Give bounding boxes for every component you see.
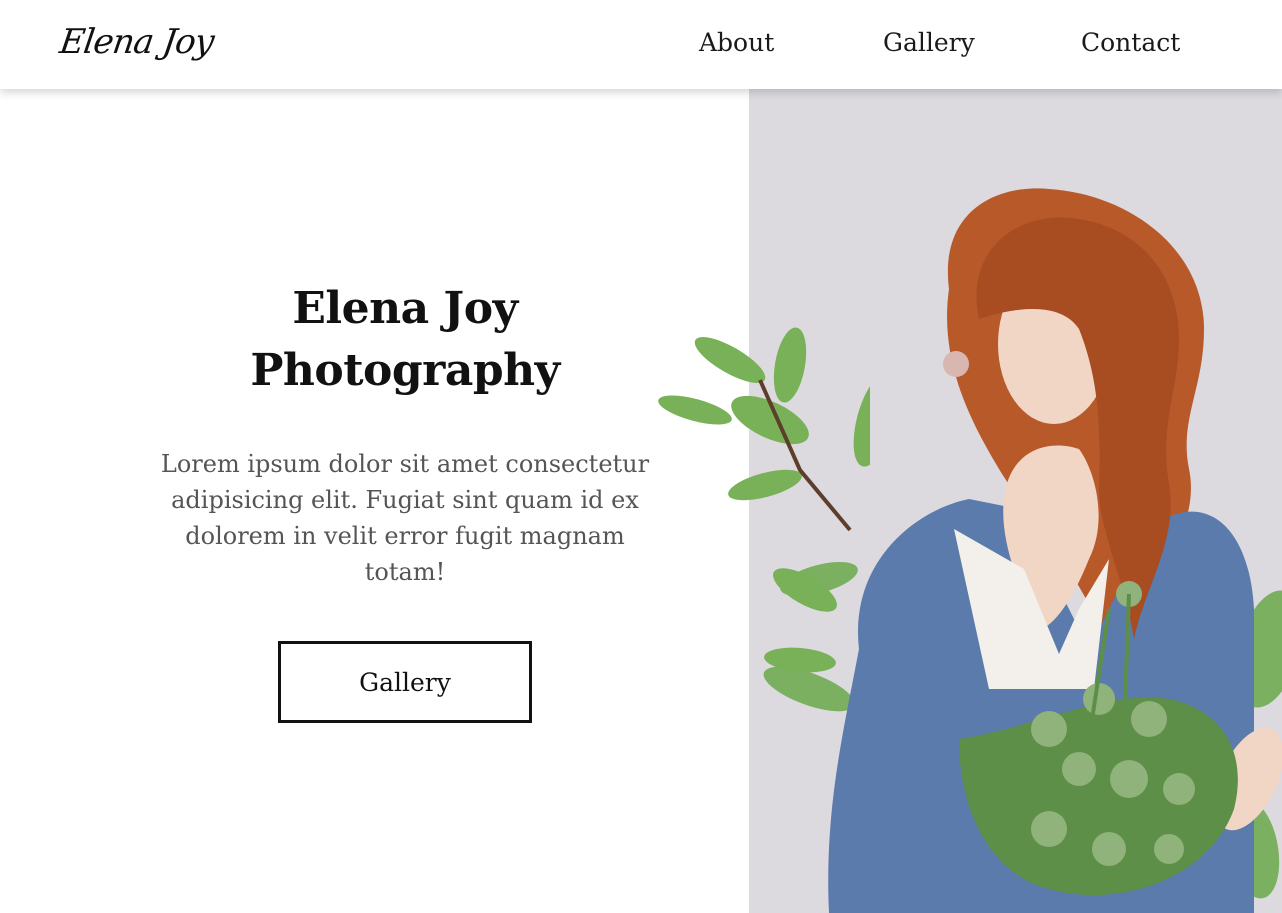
nav-link-about[interactable]: About: [699, 26, 774, 60]
hero-photo: [749, 89, 1282, 913]
nav-link-gallery[interactable]: Gallery: [883, 26, 975, 60]
nav-link-contact[interactable]: Contact: [1081, 26, 1180, 60]
gallery-button[interactable]: Gallery: [278, 641, 532, 723]
earring: [943, 351, 969, 377]
main-nav: About Gallery Contact: [0, 0, 1282, 89]
hero-description: Lorem ipsum dolor sit amet consectetur a…: [160, 450, 650, 586]
portrait-illustration: [763, 188, 1282, 913]
hero-content: Elena Joy Photography Lorem ipsum dolor …: [0, 89, 749, 913]
hero-title-line-2: Photography: [250, 345, 560, 396]
hero-title: Elena Joy Photography: [150, 278, 660, 402]
site-header: Elena Joy About Gallery Contact: [0, 0, 1282, 89]
hero-title-line-1: Elena Joy: [292, 283, 518, 334]
